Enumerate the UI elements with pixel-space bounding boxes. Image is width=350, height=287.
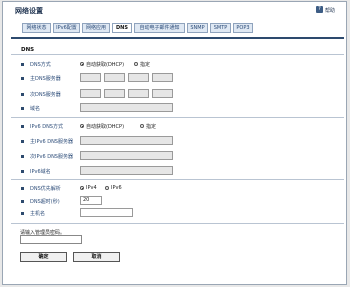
header-rule bbox=[11, 37, 344, 39]
tab-smtp[interactable]: SMTP bbox=[210, 23, 231, 33]
bullet bbox=[21, 107, 24, 110]
footer-divider bbox=[11, 223, 344, 224]
field-divider bbox=[11, 179, 344, 180]
ipv6-secondary-dns-label: 次IPv6 DNS服务器 bbox=[30, 154, 73, 160]
ipv6-domain-label: IPv6域名 bbox=[30, 169, 51, 175]
dns-priority-ipv4-radio[interactable] bbox=[80, 186, 84, 190]
tab-pop3[interactable]: POP3 bbox=[233, 23, 253, 33]
dns-priority-ipv6-radio[interactable] bbox=[105, 186, 109, 190]
bullet bbox=[21, 125, 24, 128]
bullet bbox=[21, 93, 24, 96]
page-title: 网络设置 bbox=[15, 7, 43, 15]
ipv6-secondary-dns-input[interactable] bbox=[80, 151, 173, 160]
bullet bbox=[21, 140, 24, 143]
host-name-input[interactable] bbox=[80, 208, 133, 217]
ipv6-domain-input[interactable] bbox=[80, 166, 173, 175]
dns-method-label: DNS方式 bbox=[30, 62, 51, 68]
settings-window: 网络设置 ? 帮助 网络状态 IPv6配置 网络应用 DNS 自动电子邮件通知 … bbox=[2, 1, 347, 285]
admin-password-input[interactable] bbox=[20, 235, 82, 244]
tab-network-status[interactable]: 网络状态 bbox=[22, 23, 51, 33]
ok-button[interactable]: 确定 bbox=[20, 252, 67, 262]
bullet bbox=[21, 187, 24, 190]
bullet bbox=[21, 155, 24, 158]
primary-dns-octet-3[interactable] bbox=[128, 73, 149, 82]
primary-dns-octet-1[interactable] bbox=[80, 73, 101, 82]
tab-network-apps[interactable]: 网络应用 bbox=[82, 23, 110, 33]
bullet bbox=[21, 212, 24, 215]
dns-method-auto-text: 自动获取(DHCP) bbox=[86, 62, 125, 68]
secondary-dns-octet-4[interactable] bbox=[152, 89, 173, 98]
tab-ipv6-config[interactable]: IPv6配置 bbox=[53, 23, 80, 33]
dns-priority-ipv4-text: IPv4 bbox=[86, 185, 97, 191]
help-link[interactable]: 帮助 bbox=[325, 7, 335, 14]
field-divider bbox=[11, 117, 344, 118]
ipv6-primary-dns-input[interactable] bbox=[80, 136, 173, 145]
ipv6-dns-method-manual-text: 指定 bbox=[146, 124, 157, 130]
host-name-label: 主机名 bbox=[30, 211, 46, 217]
dns-timeout-input[interactable]: 20 bbox=[80, 196, 102, 205]
tab-auto-email[interactable]: 自动电子邮件通知 bbox=[134, 23, 185, 33]
dns-method-auto-radio[interactable] bbox=[80, 62, 84, 66]
tab-dns[interactable]: DNS bbox=[112, 23, 132, 33]
dns-priority-label: DNS优先解析 bbox=[30, 186, 61, 192]
bullet bbox=[21, 63, 24, 66]
dns-priority-ipv6-text: IPv6 bbox=[111, 185, 122, 191]
ipv6-dns-method-label: IPv6 DNS方式 bbox=[30, 124, 63, 130]
domain-input[interactable] bbox=[80, 103, 173, 112]
primary-dns-label: 主DNS服务器 bbox=[30, 76, 61, 82]
dns-method-manual-radio[interactable] bbox=[134, 62, 138, 66]
ipv6-dns-method-auto-radio[interactable] bbox=[80, 124, 84, 128]
dns-method-manual-text: 指定 bbox=[140, 62, 151, 68]
ipv6-primary-dns-label: 主IPv6 DNS服务器 bbox=[30, 139, 73, 145]
section-title: DNS bbox=[21, 47, 35, 53]
ipv6-dns-method-manual-radio[interactable] bbox=[140, 124, 144, 128]
secondary-dns-label: 次DNS服务器 bbox=[30, 92, 61, 98]
secondary-dns-octet-2[interactable] bbox=[104, 89, 125, 98]
ipv6-dns-method-auto-text: 自动获取(DHCP) bbox=[86, 124, 125, 130]
bullet bbox=[21, 200, 24, 203]
tab-snmp[interactable]: SNMP bbox=[187, 23, 208, 33]
help-icon[interactable]: ? bbox=[316, 6, 323, 13]
section-divider bbox=[11, 54, 344, 55]
primary-dns-octet-4[interactable] bbox=[152, 73, 173, 82]
secondary-dns-octet-1[interactable] bbox=[80, 89, 101, 98]
cancel-button[interactable]: 取消 bbox=[73, 252, 120, 262]
bullet bbox=[21, 77, 24, 80]
primary-dns-octet-2[interactable] bbox=[104, 73, 125, 82]
domain-label: 域名 bbox=[30, 106, 41, 112]
secondary-dns-octet-3[interactable] bbox=[128, 89, 149, 98]
dns-timeout-label: DNS超时(秒) bbox=[30, 199, 60, 205]
bullet bbox=[21, 170, 24, 173]
